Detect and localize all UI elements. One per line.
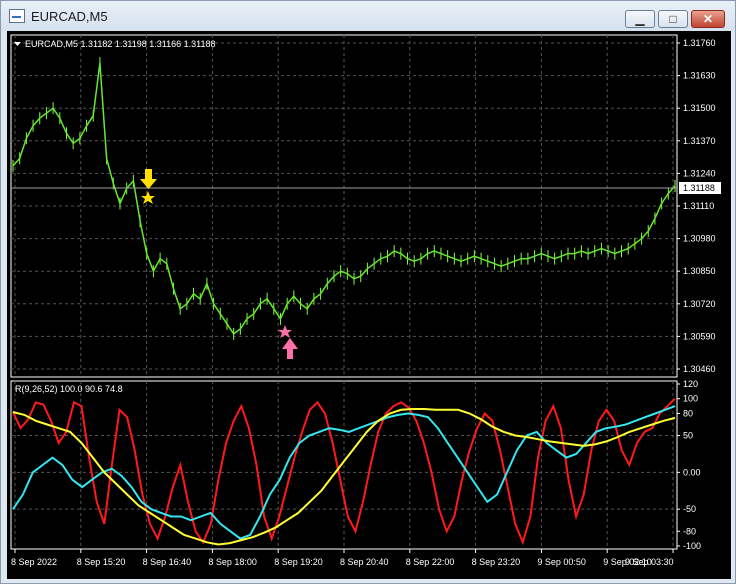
time-tick-label: 9 Sep 00:50 bbox=[537, 557, 586, 567]
current-price-label: 1.31188 bbox=[679, 182, 721, 194]
indicator-tick-label: 100 bbox=[683, 394, 698, 404]
price-tick-label: 1.30590 bbox=[683, 331, 716, 341]
time-tick-label: 8 Sep 23:20 bbox=[472, 557, 521, 567]
time-tick-label: 8 Sep 15:20 bbox=[77, 557, 126, 567]
price-tick-label: 1.31630 bbox=[683, 71, 716, 81]
price-tick-label: 1.31240 bbox=[683, 168, 716, 178]
close-button[interactable]: ✕ bbox=[691, 10, 725, 28]
price-tick-label: 1.30980 bbox=[683, 234, 716, 244]
indicator-tick-label: -100 bbox=[683, 541, 701, 551]
price-tick-label: 1.31500 bbox=[683, 103, 716, 113]
time-tick-label: 8 Sep 19:20 bbox=[274, 557, 323, 567]
time-tick-label: 9 Sep 03:30 bbox=[625, 557, 674, 567]
indicator-tick-label: 0.00 bbox=[683, 467, 701, 477]
window-title: EURCAD,M5 bbox=[31, 9, 108, 24]
symbol-header: EURCAD,M5 1.31182 1.31198 1.31166 1.3118… bbox=[25, 39, 215, 49]
price-tick-label: 1.31110 bbox=[683, 201, 714, 211]
indicator-axis: 120 100 80 50 0.00 -50 -80 -100 bbox=[677, 379, 701, 551]
maximize-button[interactable]: □ bbox=[658, 10, 688, 28]
price-tick-label: 1.30460 bbox=[683, 364, 716, 374]
star-icon bbox=[141, 191, 155, 204]
indicator-header: R(9,26,52) 100.0 90.6 74.8 bbox=[15, 384, 123, 394]
chart-window: EURCAD,M5 ▁ □ ✕ EURCAD,M5 1.31182 1.3119… bbox=[0, 0, 736, 584]
chart-area[interactable]: EURCAD,M5 1.31182 1.31198 1.31166 1.3118… bbox=[7, 31, 731, 579]
price-axis: 1.31760 1.31630 1.31500 1.31370 1.31240 1.311… bbox=[677, 38, 716, 374]
indicator-tick-label: 120 bbox=[683, 379, 698, 389]
title-bar[interactable]: EURCAD,M5 ▁ □ ✕ bbox=[1, 1, 735, 31]
price-tick-label: 1.30720 bbox=[683, 299, 716, 309]
time-tick-label: 8 Sep 2022 bbox=[11, 557, 57, 567]
price-tick-label: 1.31760 bbox=[683, 38, 716, 48]
down-arrow-icon bbox=[140, 169, 157, 189]
up-arrow-icon bbox=[282, 338, 298, 359]
time-tick-label: 8 Sep 20:40 bbox=[340, 557, 389, 567]
chart-window-icon bbox=[9, 9, 25, 23]
indicator-tick-label: -50 bbox=[683, 504, 696, 514]
price-tick-label: 1.31370 bbox=[683, 136, 716, 146]
time-tick-label: 8 Sep 18:00 bbox=[208, 557, 257, 567]
indicator-tick-label: 50 bbox=[683, 431, 693, 441]
minimize-button[interactable]: ▁ bbox=[625, 10, 655, 28]
svg-text:1.31188: 1.31188 bbox=[683, 183, 715, 193]
indicator-tick-label: 80 bbox=[683, 408, 693, 418]
price-tick-label: 1.30850 bbox=[683, 266, 716, 276]
indicator-tick-label: -80 bbox=[683, 526, 696, 536]
time-axis: 8 Sep 2022 8 Sep 15:20 8 Sep 16:40 8 Sep 18… bbox=[11, 549, 674, 567]
time-tick-label: 8 Sep 16:40 bbox=[143, 557, 192, 567]
time-tick-label: 8 Sep 22:00 bbox=[406, 557, 455, 567]
chart-canvas[interactable]: EURCAD,M5 1.31182 1.31198 1.31166 1.3118… bbox=[7, 31, 731, 579]
